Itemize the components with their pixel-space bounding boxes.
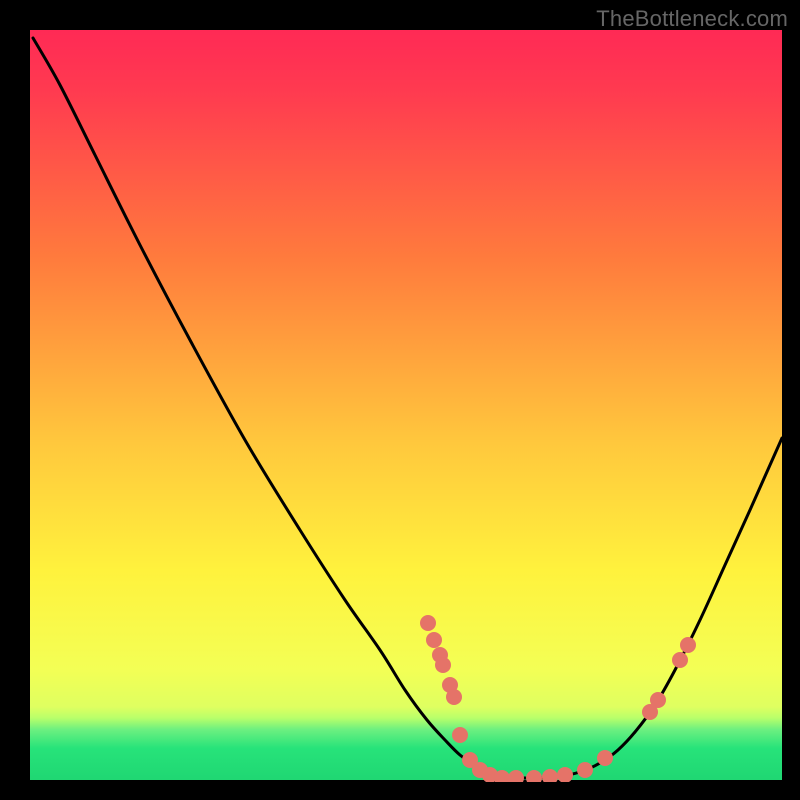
curve-dot <box>672 652 688 668</box>
curve-dot <box>542 769 558 785</box>
bottleneck-chart <box>0 0 800 800</box>
curve-dot <box>446 689 462 705</box>
curve-dot <box>650 692 666 708</box>
curve-dot <box>557 767 573 783</box>
watermark-label: TheBottleneck.com <box>596 6 788 32</box>
heat-gradient-area <box>30 30 782 782</box>
chart-stage: TheBottleneck.com <box>0 0 800 800</box>
curve-dot <box>494 770 510 786</box>
curve-dot <box>526 770 542 786</box>
bottom-black-strip <box>30 780 782 782</box>
curve-dot <box>597 750 613 766</box>
curve-dot <box>426 632 442 648</box>
curve-dot <box>680 637 696 653</box>
curve-dot <box>508 770 524 786</box>
curve-dot <box>435 657 451 673</box>
curve-dot <box>452 727 468 743</box>
curve-dot <box>420 615 436 631</box>
curve-dot <box>577 762 593 778</box>
